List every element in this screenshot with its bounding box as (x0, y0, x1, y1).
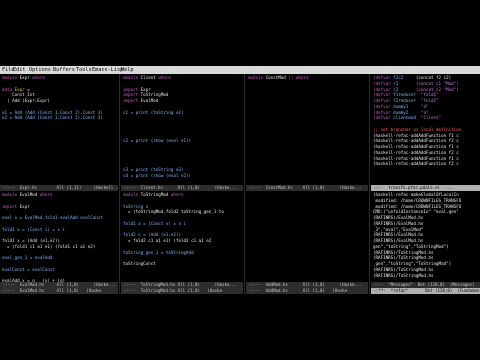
window-divider[interactable] (119, 74, 120, 294)
window-expr[interactable]: module Expr where data Expr = Const Int |… (0, 74, 118, 185)
window-addmod[interactable] (246, 191, 368, 288)
code-line: e2 = Add (Add (Const 1,Const 2),Const 3) (2, 115, 103, 121)
mode-line[interactable]: -:**- *refac* Bot (128,0) (Fundamental) (371, 288, 480, 294)
window-divider[interactable] (244, 74, 245, 294)
code-line: c4 = print (show (eval e2)) (123, 172, 192, 178)
window-messages[interactable]: (haskell-refac-makeGlobalOfLocalIn modif… (371, 191, 480, 288)
mode-line[interactable]: -:--- AddMod.hs All (1,0) (Haske (246, 288, 368, 294)
window-divider[interactable] (369, 74, 370, 294)
code-line: module ConstMod () where (248, 75, 309, 80)
menu-buffers[interactable]: Buffers (53, 66, 75, 74)
emacs-frame: File Edit Options Buffers Tools Emacs-Li… (0, 66, 480, 294)
menu-help[interactable]: Help (121, 66, 134, 74)
menu-tools[interactable]: Tools (76, 66, 92, 74)
window-tostringmod[interactable]: module ToStringMod where toString x = (to… (121, 191, 243, 288)
menu-bar: File Edit Options Buffers Tools Emacs-Li… (0, 66, 480, 74)
code-line: eval x = EvalMod.fold1 evalAdd evalConst (2, 215, 103, 220)
code-line: (RAFINRS)/ToStringMod.hs (373, 272, 434, 278)
menu-options[interactable]: Options (29, 66, 51, 74)
window-constmod[interactable]: module ConstMod () where (246, 74, 368, 185)
menu-edit[interactable]: Edit (13, 66, 26, 74)
mode-line[interactable]: -:--- EvalMod.hs All (1,0) (Haske (0, 288, 118, 294)
menu-emacs-lisp[interactable]: Emacs-Lisp (92, 66, 123, 74)
window-transfo-el[interactable]: (defvar f2c2 (concat f2 c2) (defvar r1 (c… (371, 74, 480, 185)
code-line: toStringConst (123, 261, 156, 266)
code-line: (haskell-refac-addAddFunction f2 c (373, 161, 459, 167)
window-evalmod[interactable]: module EvalMod where import Expr eval x = … (0, 191, 118, 288)
window-client[interactable]: module Client where import Expr import ToS… (121, 74, 243, 185)
mode-line[interactable]: -:--- ToStringMod.hs All (1,0) (Haske (121, 288, 243, 294)
